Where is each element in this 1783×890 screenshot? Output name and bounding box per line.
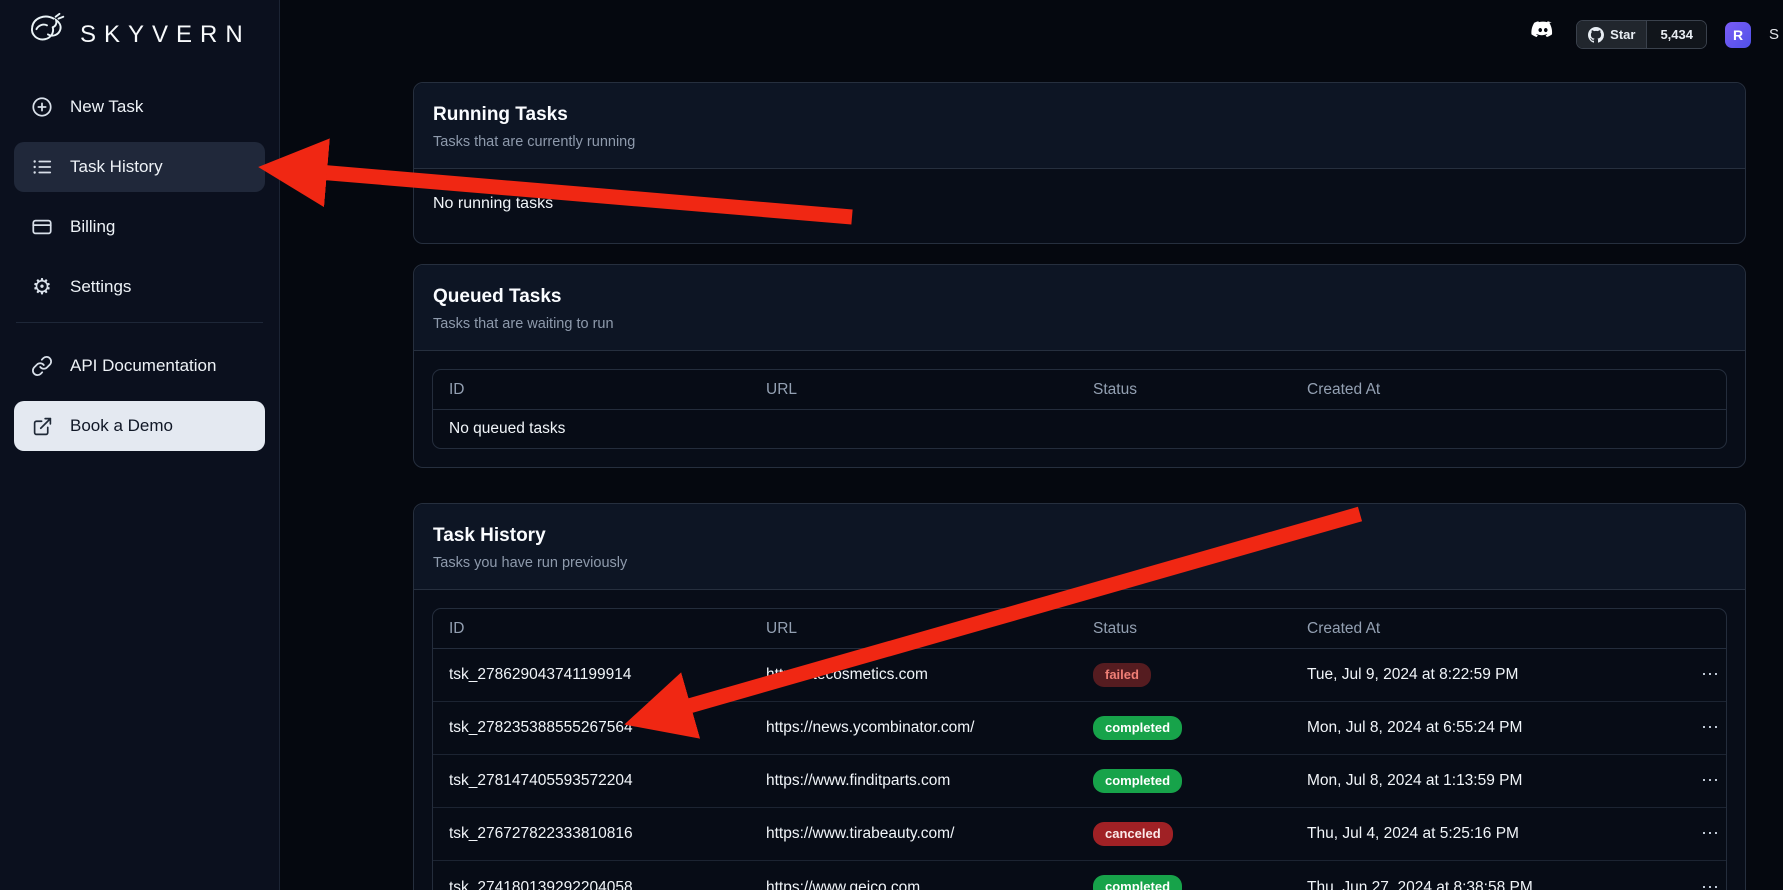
column-header-status: Status <box>1093 381 1307 399</box>
card-subtitle: Tasks that are waiting to run <box>433 316 1726 332</box>
list-icon <box>30 155 54 179</box>
link-icon <box>30 354 54 378</box>
primary-nav: New Task Task History Billing ⚙ Settings… <box>0 70 279 461</box>
task-url-cell: https://www.tirabeauty.com/ <box>766 825 1093 843</box>
sidebar-item-label: API Documentation <box>70 356 216 376</box>
task-created-cell: Tue, Jul 9, 2024 at 8:22:59 PM <box>1307 666 1701 684</box>
queued-tasks-table: ID URL Status Created At No queued tasks <box>432 369 1727 449</box>
column-header-created-at: Created At <box>1307 381 1701 399</box>
row-actions-button[interactable]: ⋯ <box>1701 718 1719 736</box>
row-actions-button[interactable]: ⋯ <box>1701 771 1719 789</box>
task-created-cell: Mon, Jul 8, 2024 at 6:55:24 PM <box>1307 719 1701 737</box>
gear-icon: ⚙ <box>30 275 54 299</box>
card-subtitle: Tasks that are currently running <box>433 134 1726 150</box>
row-actions-button[interactable]: ⋯ <box>1701 665 1719 683</box>
table-header-row: ID URL Status Created At <box>433 370 1726 410</box>
task-url-cell: https://news.ycombinator.com/ <box>766 719 1093 737</box>
task-url-cell: https://www.finditparts.com <box>766 772 1093 790</box>
task-created-cell: Mon, Jul 8, 2024 at 1:13:59 PM <box>1307 772 1701 790</box>
table-row[interactable]: tsk_274180139292204058 https://www.geico… <box>433 861 1726 890</box>
task-history-table: ID URL Status Created At tsk_27862904374… <box>432 608 1727 890</box>
credit-card-icon <box>30 215 54 239</box>
brand-name: SKYVERN <box>80 21 251 49</box>
queued-tasks-card: Queued Tasks Tasks that are waiting to r… <box>413 264 1746 468</box>
running-tasks-empty-text: No running tasks <box>432 187 1727 225</box>
status-badge: completed <box>1093 769 1182 794</box>
sidebar-item-label: Settings <box>70 277 131 297</box>
task-id-cell: tsk_274180139292204058 <box>433 879 766 890</box>
column-header-url: URL <box>766 620 1093 638</box>
main-content: Running Tasks Tasks that are currently r… <box>280 0 1783 890</box>
table-row[interactable]: tsk_278235388555267564 https://news.ycom… <box>433 702 1726 755</box>
row-actions-button[interactable]: ⋯ <box>1701 878 1719 890</box>
table-row[interactable]: tsk_276727822333810816 https://www.tirab… <box>433 808 1726 861</box>
task-history-header: Task History Tasks you have run previous… <box>414 504 1745 590</box>
status-badge: canceled <box>1093 822 1173 847</box>
table-row[interactable]: tsk_278629043741199914 https://tecosmeti… <box>433 649 1726 702</box>
brand-logo: SKYVERN <box>0 0 279 70</box>
sidebar-item-new-task[interactable]: New Task <box>14 82 265 132</box>
running-tasks-header: Running Tasks Tasks that are currently r… <box>414 83 1745 169</box>
sidebar-item-billing[interactable]: Billing <box>14 202 265 252</box>
sidebar-item-label: Task History <box>70 157 163 177</box>
task-id-cell: tsk_276727822333810816 <box>433 825 766 843</box>
column-header-status: Status <box>1093 620 1307 638</box>
history-table-body: tsk_278629043741199914 https://tecosmeti… <box>433 649 1726 890</box>
task-history-card: Task History Tasks you have run previous… <box>413 503 1746 890</box>
sidebar-item-label: Book a Demo <box>70 416 173 436</box>
task-url-cell: https://www.geico.com <box>766 879 1093 890</box>
table-row[interactable]: tsk_278147405593572204 https://www.findi… <box>433 755 1726 808</box>
sidebar-item-label: New Task <box>70 97 143 117</box>
queued-tasks-header: Queued Tasks Tasks that are waiting to r… <box>414 265 1745 351</box>
sidebar-item-label: Billing <box>70 217 115 237</box>
sidebar-item-settings[interactable]: ⚙ Settings <box>14 262 265 312</box>
column-header-created-at: Created At <box>1307 620 1701 638</box>
running-tasks-card: Running Tasks Tasks that are currently r… <box>413 82 1746 244</box>
sidebar-divider <box>16 322 263 323</box>
plus-circle-icon <box>30 95 54 119</box>
external-link-icon <box>30 414 54 438</box>
task-url-cell: https://tecosmetics.com <box>766 666 1093 684</box>
sidebar-item-api-documentation[interactable]: API Documentation <box>14 341 265 391</box>
card-title: Task History <box>433 525 1726 547</box>
skyvern-dragon-icon <box>24 10 70 61</box>
column-header-url: URL <box>766 381 1093 399</box>
card-title: Running Tasks <box>433 104 1726 126</box>
task-id-cell: tsk_278235388555267564 <box>433 719 766 737</box>
queued-tasks-empty-text: No queued tasks <box>433 410 1726 448</box>
sidebar-item-book-a-demo[interactable]: Book a Demo <box>14 401 265 451</box>
card-title: Queued Tasks <box>433 286 1726 308</box>
status-badge: completed <box>1093 875 1182 890</box>
card-subtitle: Tasks you have run previously <box>433 555 1726 571</box>
row-actions-button[interactable]: ⋯ <box>1701 824 1719 842</box>
sidebar: SKYVERN New Task Task History Billing ⚙ … <box>0 0 280 890</box>
column-header-id: ID <box>433 620 766 638</box>
task-created-cell: Thu, Jul 4, 2024 at 5:25:16 PM <box>1307 825 1701 843</box>
status-badge: failed <box>1093 663 1151 688</box>
sidebar-item-task-history[interactable]: Task History <box>14 142 265 192</box>
task-created-cell: Thu, Jun 27, 2024 at 8:38:58 PM <box>1307 879 1701 890</box>
task-id-cell: tsk_278629043741199914 <box>433 666 766 684</box>
status-badge: completed <box>1093 716 1182 741</box>
task-id-cell: tsk_278147405593572204 <box>433 772 766 790</box>
table-header-row: ID URL Status Created At <box>433 609 1726 649</box>
column-header-id: ID <box>433 381 766 399</box>
